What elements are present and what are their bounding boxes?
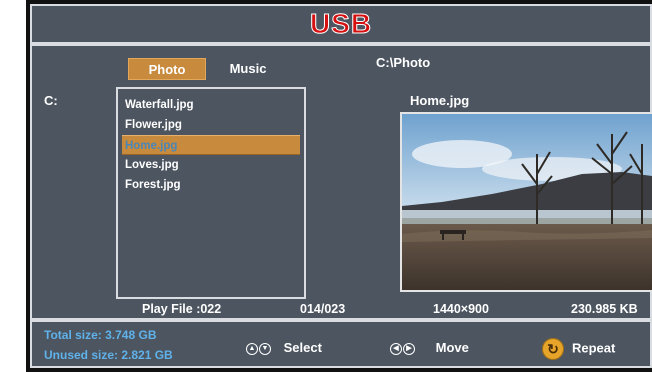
unused-size: Unused size: 2.821 GB <box>44 348 173 362</box>
total-size: Total size: 3.748 GB <box>44 328 157 342</box>
current-path: C:\Photo <box>376 55 431 70</box>
select-hint: ▲ ▼ Select <box>246 338 322 358</box>
left-arrow-icon: ◀ <box>390 342 402 355</box>
title-bar: USB <box>30 4 652 44</box>
file-size: 230.985 KB <box>571 302 638 316</box>
browser-panel: Photo Music C:\Photo C: Waterfall.jpg Fl… <box>30 44 652 320</box>
photo-preview <box>400 112 652 292</box>
usb-media-screen: USB Photo Music C:\Photo C: Waterfall.jp… <box>30 4 652 368</box>
select-label: Select <box>283 340 322 355</box>
move-hint: ◀ ▶ Move <box>390 338 469 358</box>
down-arrow-icon: ▼ <box>259 342 271 355</box>
preview-filename: Home.jpg <box>410 93 470 108</box>
file-item-loves[interactable]: Loves.jpg <box>122 155 300 175</box>
file-item-flower[interactable]: Flower.jpg <box>122 115 300 135</box>
tab-music[interactable]: Music <box>218 58 278 80</box>
file-list[interactable]: Waterfall.jpg Flower.jpg Home.jpg Loves.… <box>116 87 306 299</box>
repeat-hint[interactable]: Repeat <box>542 338 616 360</box>
file-position: 014/023 <box>300 302 346 316</box>
file-item-home-selected[interactable]: Home.jpg <box>122 135 300 155</box>
right-arrow-icon: ▶ <box>403 342 415 355</box>
landscape-photo <box>402 114 652 290</box>
tab-photo[interactable]: Photo <box>128 58 206 80</box>
up-arrow-icon: ▲ <box>246 342 258 355</box>
play-file-count: Play File :022 <box>142 302 222 316</box>
drive-label[interactable]: C: <box>44 93 58 108</box>
image-resolution: 1440×900 <box>433 302 489 316</box>
repeat-label: Repeat <box>572 340 616 356</box>
repeat-icon[interactable] <box>542 338 564 360</box>
file-item-forest[interactable]: Forest.jpg <box>122 175 300 195</box>
move-label: Move <box>435 340 469 355</box>
file-info-bar: Play File :022 014/023 1440×900 230.985 … <box>30 302 652 320</box>
file-item-waterfall[interactable]: Waterfall.jpg <box>122 95 300 115</box>
tv-frame: USB Photo Music C:\Photo C: Waterfall.jp… <box>26 0 652 372</box>
footer-bar: Total size: 3.748 GB Unused size: 2.821 … <box>30 320 652 368</box>
page-title: USB <box>309 8 373 40</box>
